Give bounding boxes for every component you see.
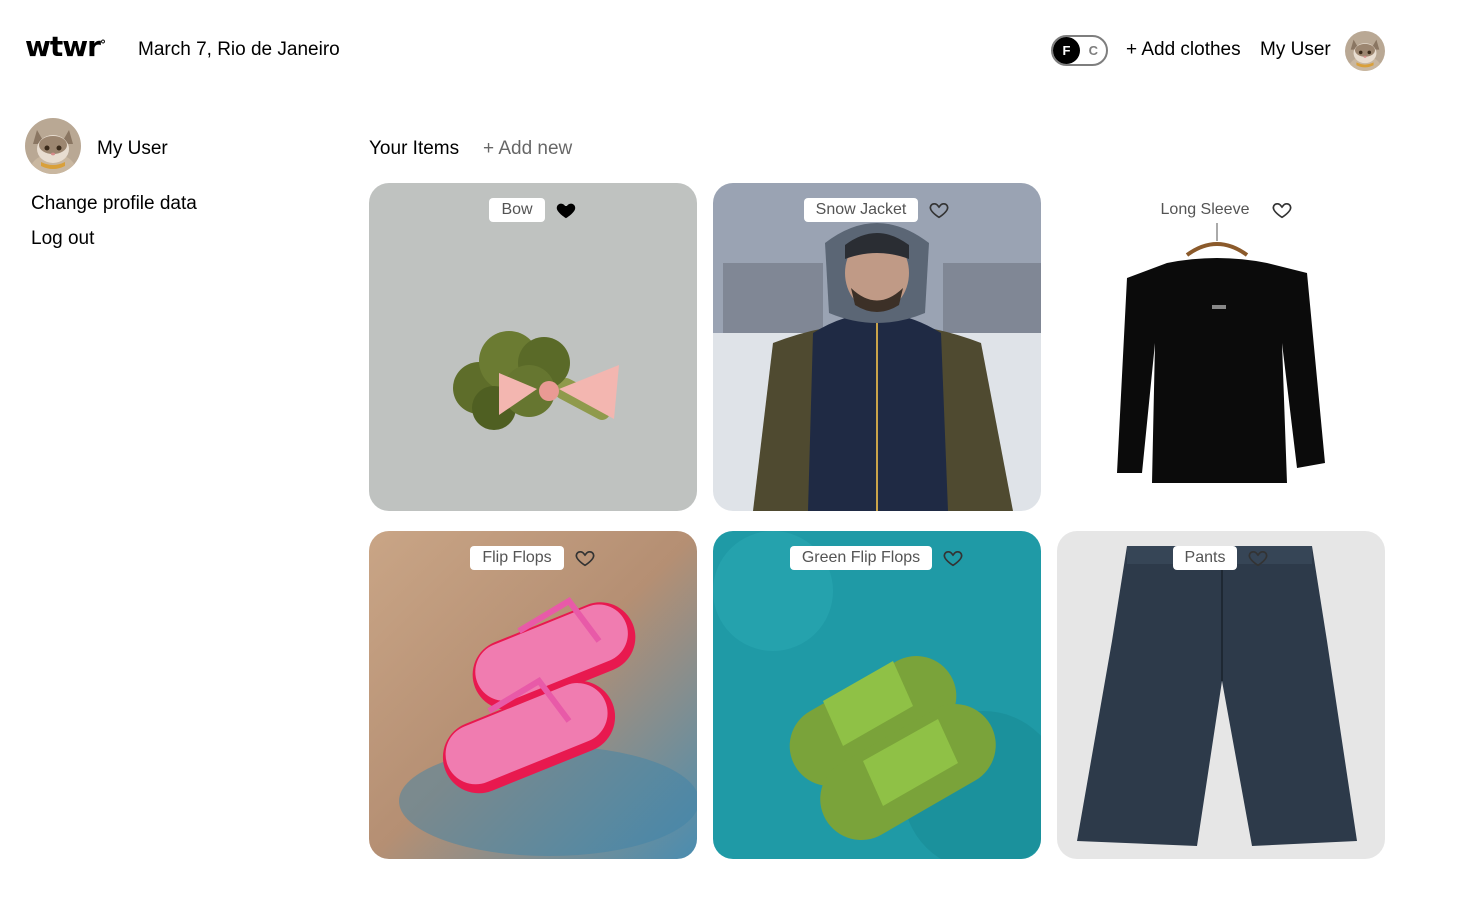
card-header: Snow Jacket: [713, 198, 1041, 222]
cat-avatar-icon: [1345, 31, 1385, 71]
card-header: Bow: [369, 198, 697, 222]
heart-outline-icon: [929, 202, 949, 219]
sidebar-username: My User: [97, 138, 168, 159]
heart-outline-icon: [575, 550, 595, 567]
heart-outline-icon: [943, 550, 963, 567]
date-location: March 7, Rio de Janeiro: [138, 39, 340, 60]
header-avatar[interactable]: [1345, 31, 1385, 71]
item-image: [1057, 531, 1385, 859]
card-header: Long Sleeve: [1057, 198, 1385, 222]
sidebar-avatar: [25, 118, 81, 174]
header: wtwr° March 7, Rio de Janeiro F C + Add …: [0, 0, 1459, 100]
item-image: [713, 531, 1041, 859]
heart-filled-icon: [556, 203, 575, 219]
item-card-flip-flops[interactable]: Flip Flops: [369, 531, 697, 859]
like-button[interactable]: [574, 547, 596, 569]
cat-avatar-icon: [25, 118, 81, 174]
like-button[interactable]: [555, 199, 577, 221]
item-name: Bow: [489, 198, 545, 222]
heart-outline-icon: [1273, 202, 1292, 219]
item-name: Long Sleeve: [1160, 201, 1250, 218]
like-button[interactable]: [1247, 547, 1269, 569]
logo-mark: °: [99, 38, 106, 52]
card-header: Pants: [1057, 546, 1385, 570]
like-button[interactable]: [1271, 199, 1293, 221]
card-header: Flip Flops: [369, 546, 697, 570]
toggle-label-celsius: C: [1088, 43, 1098, 58]
item-name: Pants: [1172, 546, 1238, 570]
heart-outline-icon: [1249, 550, 1268, 567]
logo[interactable]: wtwr°: [25, 30, 106, 63]
item-card-snow-jacket[interactable]: Snow Jacket: [713, 183, 1041, 511]
add-clothes-button[interactable]: + Add clothes: [1126, 39, 1241, 61]
item-card-bow[interactable]: Bow: [369, 183, 697, 511]
like-button[interactable]: [942, 547, 964, 569]
toggle-knob-fahrenheit: F: [1053, 37, 1080, 64]
item-image: [713, 183, 1041, 511]
logo-text: wtwr: [25, 30, 101, 63]
logout-button[interactable]: Log out: [31, 228, 94, 250]
item-name: Green Flip Flops: [789, 546, 933, 570]
item-card-green-flip-flops[interactable]: Green Flip Flops: [713, 531, 1041, 859]
item-card-long-sleeve[interactable]: Long Sleeve: [1057, 183, 1385, 511]
header-username[interactable]: My User: [1260, 39, 1331, 61]
change-profile-data-button[interactable]: Change profile data: [31, 193, 197, 215]
item-name: Snow Jacket: [803, 198, 919, 222]
item-image: [369, 183, 697, 511]
temperature-unit-toggle[interactable]: F C: [1051, 35, 1108, 66]
item-name: Flip Flops: [470, 546, 564, 570]
item-image: [369, 531, 697, 859]
item-image: [1057, 183, 1385, 511]
like-button[interactable]: [928, 199, 950, 221]
add-new-button[interactable]: + Add new: [483, 138, 572, 160]
card-header: Green Flip Flops: [713, 546, 1041, 570]
item-card-pants[interactable]: Pants: [1057, 531, 1385, 859]
items-title: Your Items: [369, 138, 460, 159]
